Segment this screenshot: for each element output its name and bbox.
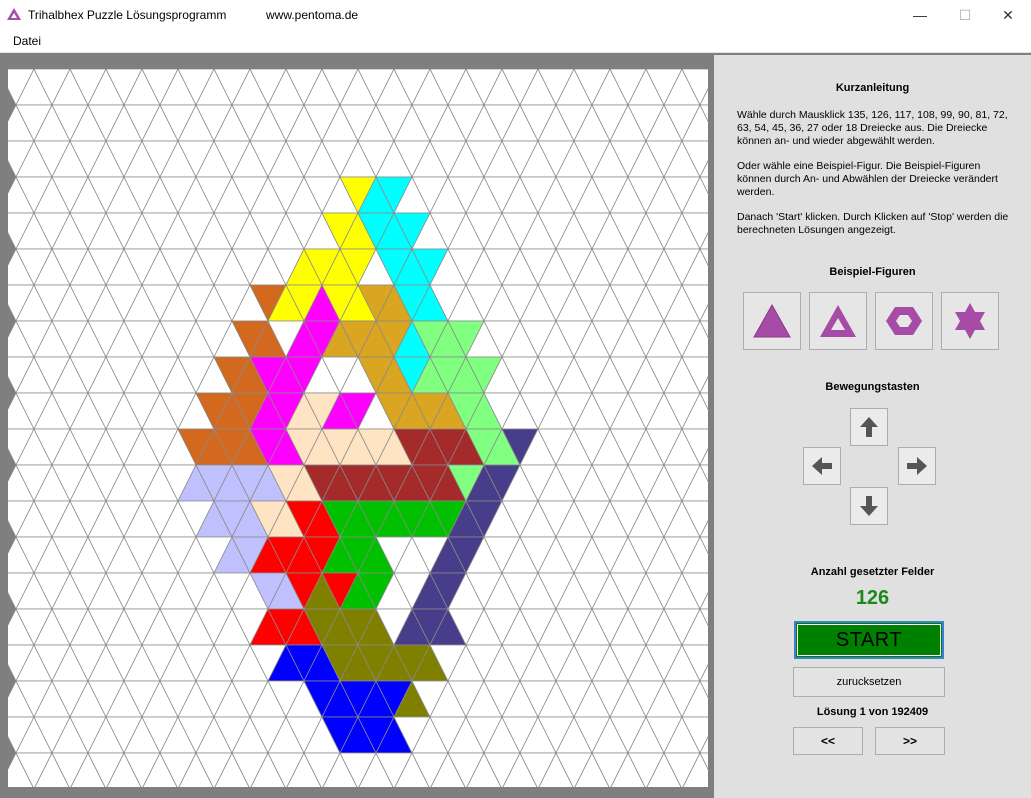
move-up-button[interactable] — [850, 408, 888, 446]
examples-row — [742, 292, 1002, 354]
window-url: www.pentoma.de — [266, 8, 359, 22]
previous-solution-button[interactable]: << — [793, 727, 863, 755]
arrow-down-icon — [860, 496, 878, 516]
move-down-button[interactable] — [850, 487, 888, 525]
app-triangle-icon — [7, 8, 21, 20]
instruction-paragraph: Oder wähle eine Beispiel-Figur. Die Beis… — [737, 160, 998, 198]
control-panel: Kurzanleitung Wähle durch Mausklick 135,… — [714, 55, 1031, 798]
instruction-paragraph: Danach 'Start' klicken. Durch Klicken au… — [737, 211, 1009, 236]
hexagon-icon — [886, 307, 922, 335]
example-triangle-hollow-button[interactable] — [809, 292, 867, 350]
arrow-right-icon — [907, 457, 927, 475]
next-solution-button[interactable]: >> — [875, 727, 945, 755]
start-button[interactable]: START — [794, 621, 944, 659]
instruction-paragraph: Wähle durch Mausklick 135, 126, 117, 108… — [737, 109, 1008, 147]
movement-heading: Bewegungstasten — [825, 381, 920, 393]
count-label: Anzahl gesetzter Felder — [810, 566, 935, 578]
arrow-left-icon — [812, 457, 832, 475]
minimize-button[interactable]: — — [897, 0, 943, 30]
move-left-button[interactable] — [803, 447, 841, 485]
window-title: Trihalbhex Puzzle Lösungsprogramm — [28, 8, 227, 22]
count-value: 126 — [855, 587, 890, 609]
arrow-up-icon — [860, 417, 878, 437]
example-star-button[interactable] — [941, 292, 999, 350]
instructions-text: Wähle durch Mausklick 135, 126, 117, 108… — [737, 109, 1017, 249]
example-triangle-button[interactable] — [743, 292, 801, 350]
triangle-grid-wrapper — [8, 69, 708, 787]
example-hexagon-button[interactable] — [875, 292, 933, 350]
menu-datei[interactable]: Datei — [13, 34, 41, 48]
examples-heading: Beispiel-Figuren — [829, 266, 916, 278]
triangle-icon — [753, 303, 791, 338]
star-icon — [955, 303, 985, 339]
move-right-button[interactable] — [898, 447, 936, 485]
triangle-grid[interactable] — [8, 69, 708, 787]
reset-button[interactable]: zurucksetzen — [793, 667, 945, 697]
title-bar: Trihalbhex Puzzle Lösungsprogramm www.pe… — [0, 0, 1031, 30]
triangle-hollow-icon — [820, 305, 856, 337]
instructions-heading: Kurzanleitung — [835, 82, 910, 94]
maximize-button[interactable]: ☐ — [942, 0, 988, 30]
menu-bar: Datei — [0, 30, 1031, 53]
close-button[interactable]: ✕ — [985, 0, 1031, 30]
solution-counter: Lösung 1 von 192409 — [816, 706, 929, 718]
